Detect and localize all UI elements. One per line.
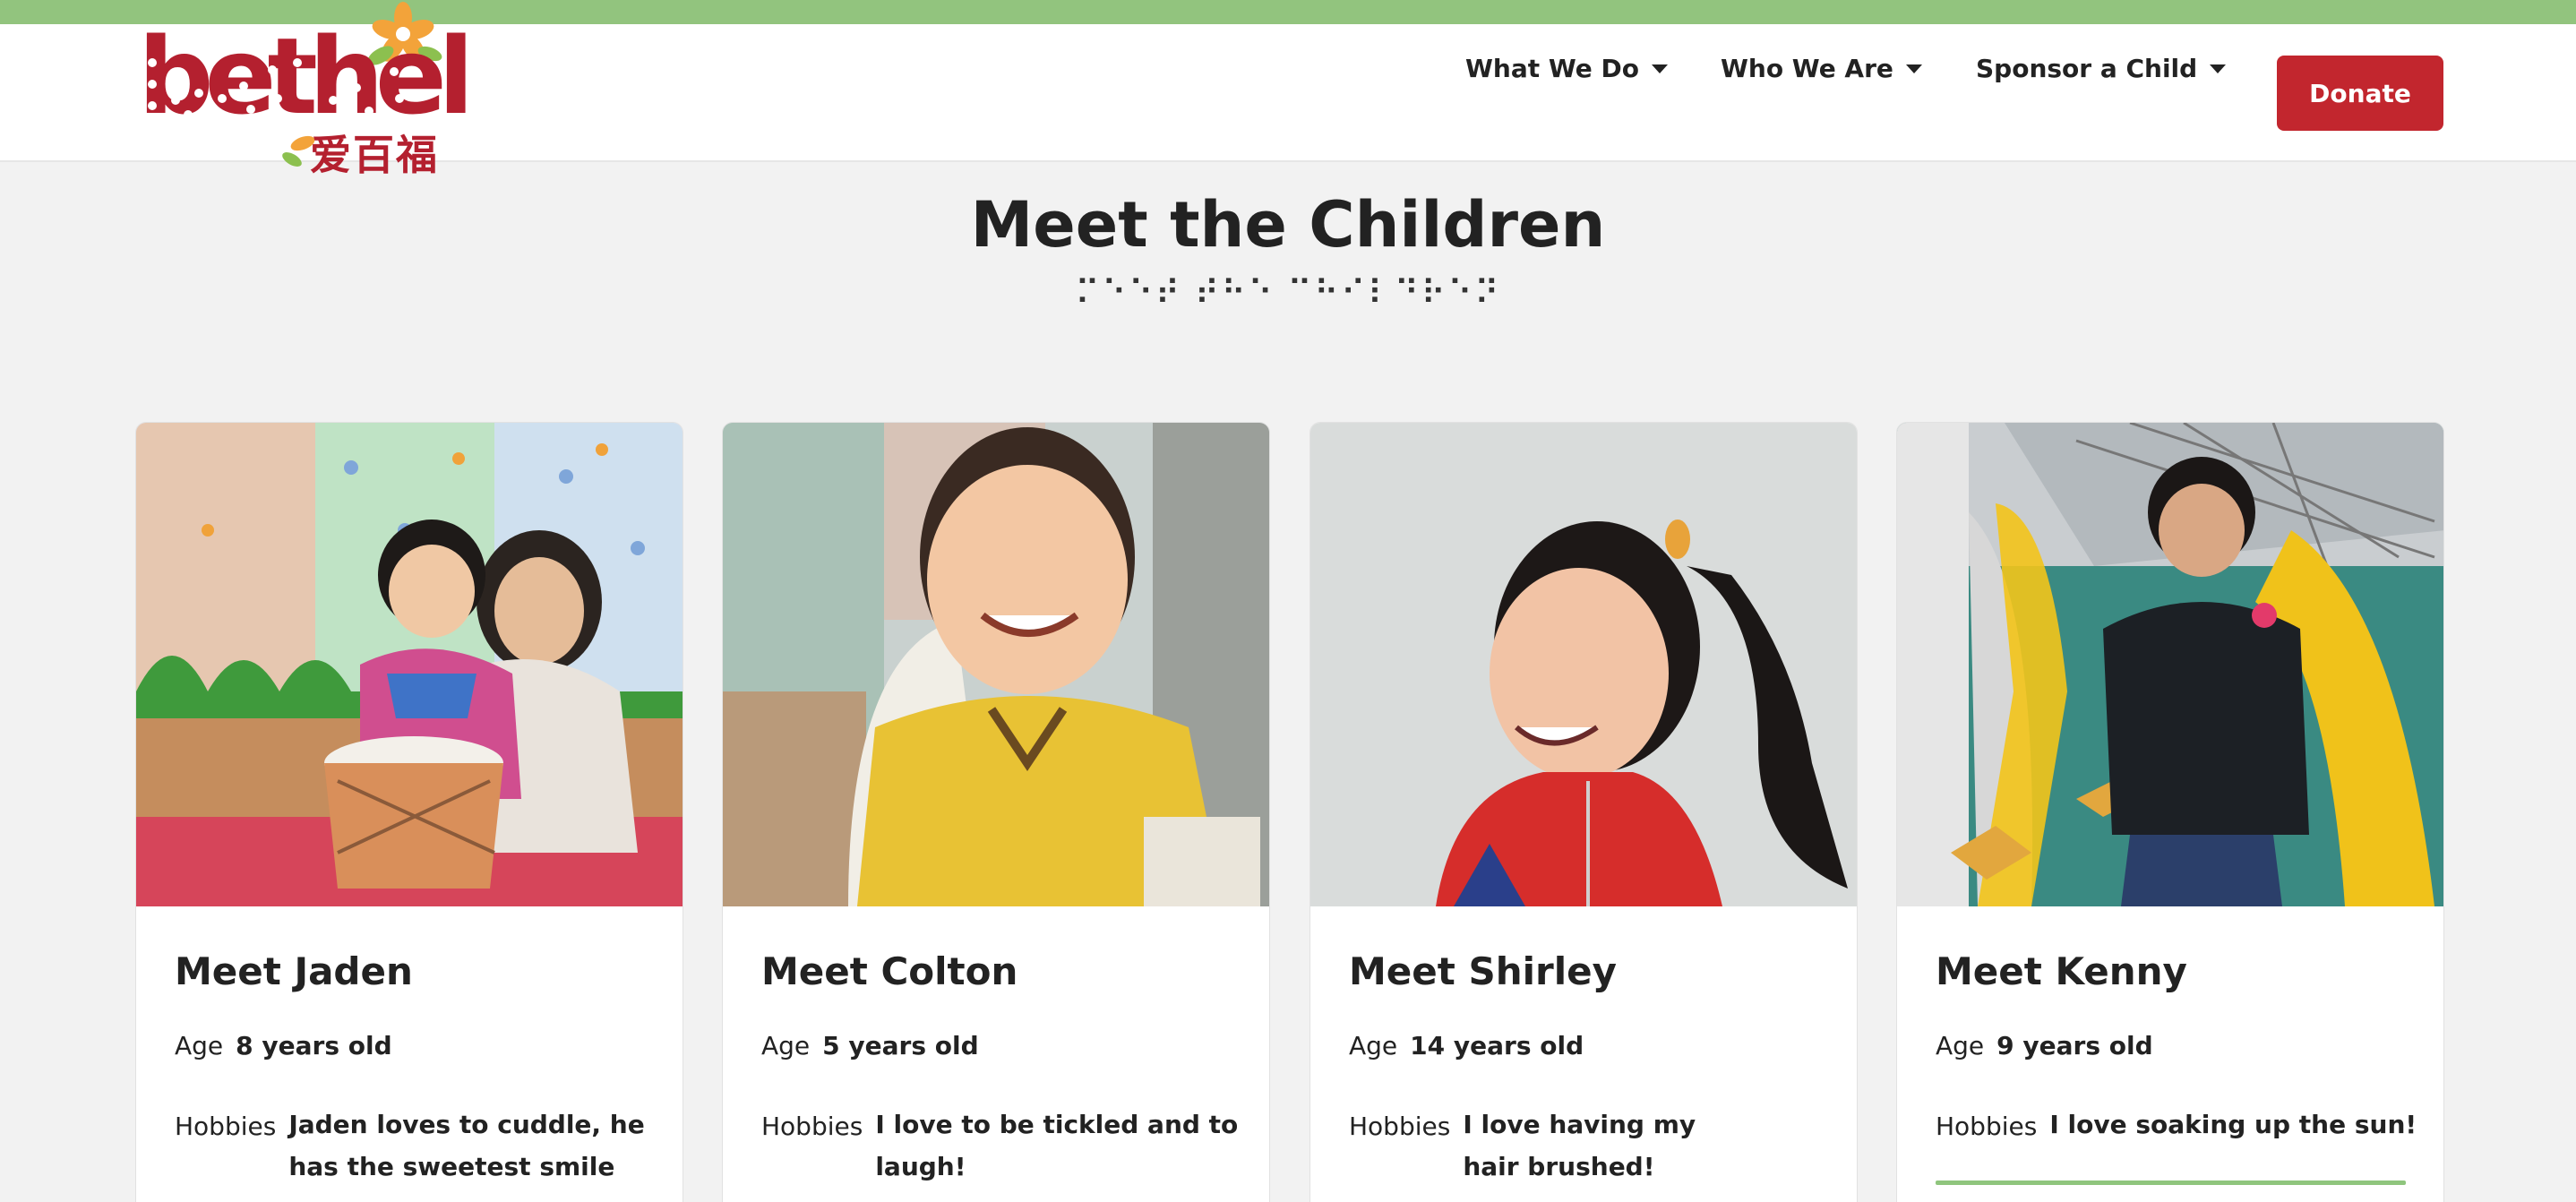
age-value: 9 years old bbox=[1996, 1031, 2153, 1060]
nav-what-we-do-label: What We Do bbox=[1465, 54, 1639, 83]
child-photo-shirley bbox=[1310, 423, 1857, 906]
card-title: Meet Colton bbox=[761, 949, 1018, 993]
age-value: 14 years old bbox=[1410, 1031, 1584, 1060]
age-row: Age 5 years old bbox=[761, 1031, 979, 1060]
caret-down-icon bbox=[1651, 64, 1668, 73]
hobbies-value: I love soaking up the sun! bbox=[2049, 1110, 2417, 1139]
card-divider bbox=[1936, 1181, 2406, 1185]
nav-sponsor-a-child-label: Sponsor a Child bbox=[1976, 54, 2198, 83]
hobbies-label: Hobbies bbox=[175, 1112, 277, 1141]
hobbies-label: Hobbies bbox=[761, 1112, 863, 1141]
card-title: Meet Jaden bbox=[175, 949, 413, 993]
hobbies-row: Hobbies Jaden loves to cuddle, he has th… bbox=[175, 1110, 658, 1188]
child-card-jaden[interactable]: Meet Jaden Age 8 years old Hobbies Jaden… bbox=[135, 422, 683, 1202]
hobbies-value: I love having my hair brushed! bbox=[1463, 1110, 1696, 1181]
card-title: Meet Kenny bbox=[1936, 949, 2187, 993]
age-label: Age bbox=[175, 1031, 224, 1060]
child-card-colton[interactable]: Meet Colton Age 5 years old Hobbies I lo… bbox=[722, 422, 1270, 1202]
child-photo-colton bbox=[723, 423, 1269, 906]
child-photo-kenny bbox=[1897, 423, 2443, 906]
age-label: Age bbox=[761, 1031, 811, 1060]
caret-down-icon bbox=[2210, 64, 2227, 73]
age-row: Age 14 years old bbox=[1349, 1031, 1584, 1060]
page-title: Meet the Children bbox=[970, 188, 1606, 262]
nav-who-we-are[interactable]: Who We Are bbox=[1721, 54, 1922, 83]
hobbies-label: Hobbies bbox=[1349, 1112, 1451, 1141]
nav-who-we-are-label: Who We Are bbox=[1721, 54, 1893, 83]
braille-subtitle: ⠍⠑⠑⠞ ⠞⠓⠑ ⠉⠓⠊⠇⠙⠗⠑⠝ bbox=[1075, 273, 1501, 313]
age-row: Age 8 years old bbox=[175, 1031, 392, 1060]
age-value: 5 years old bbox=[822, 1031, 979, 1060]
age-label: Age bbox=[1349, 1031, 1398, 1060]
bethel-logo[interactable]: bethel 爱百福 bbox=[134, 0, 474, 179]
child-photo-jaden bbox=[136, 423, 683, 906]
hobbies-row: Hobbies I love having my hair brushed! bbox=[1349, 1110, 1752, 1188]
card-title: Meet Shirley bbox=[1349, 949, 1617, 993]
nav-sponsor-a-child[interactable]: Sponsor a Child bbox=[1976, 54, 2227, 83]
child-card-kenny[interactable]: Meet Kenny Age 9 years old Hobbies I lov… bbox=[1896, 422, 2444, 1202]
child-card-shirley[interactable]: Meet Shirley Age 14 years old Hobbies I … bbox=[1309, 422, 1858, 1202]
age-value: 8 years old bbox=[236, 1031, 392, 1060]
hobbies-label: Hobbies bbox=[1936, 1112, 2038, 1141]
hobbies-row: Hobbies I love soaking up the sun! bbox=[1936, 1110, 2437, 1146]
logo-chinese-text: 爱百福 bbox=[310, 131, 439, 179]
hobbies-value: Jaden loves to cuddle, he has the sweete… bbox=[288, 1110, 645, 1181]
nav-what-we-do[interactable]: What We Do bbox=[1465, 54, 1668, 83]
hobbies-row: Hobbies I love to be tickled and to laug… bbox=[761, 1110, 1245, 1188]
caret-down-icon bbox=[1905, 64, 1922, 73]
age-row: Age 9 years old bbox=[1936, 1031, 2153, 1060]
hobbies-value: I love to be tickled and to laugh! bbox=[875, 1110, 1239, 1181]
donate-button[interactable]: Donate bbox=[2277, 56, 2443, 131]
age-label: Age bbox=[1936, 1031, 1985, 1060]
